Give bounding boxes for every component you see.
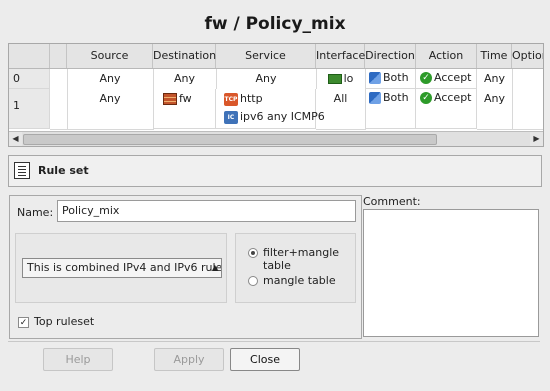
- cell-time[interactable]: Any: [477, 69, 513, 90]
- comment-field[interactable]: [363, 209, 539, 337]
- cell-interface[interactable]: All: [316, 89, 366, 130]
- table-header: Source Destination Service Interface Dir…: [9, 44, 543, 69]
- row-spacer: [50, 89, 68, 130]
- direction-icon: [369, 72, 381, 84]
- divider: [8, 341, 540, 342]
- action-label: Accept: [434, 71, 472, 84]
- row-spacer: [50, 69, 68, 90]
- ruleset-title: Rule set: [38, 164, 89, 177]
- cell-options[interactable]: [512, 69, 543, 90]
- table-row[interactable]: 1 Any fw TCP http IC ipv6 any ICMP6 All Bo…: [9, 89, 543, 130]
- table-row[interactable]: 0 Any Any Any lo Both ✓ Accept Any: [9, 69, 543, 90]
- cell-direction[interactable]: Both: [365, 69, 416, 89]
- row-number: 0: [9, 69, 50, 89]
- cell-service[interactable]: TCP http IC ipv6 any ICMP6: [216, 89, 325, 129]
- header-action[interactable]: Action: [416, 44, 477, 68]
- cell-time[interactable]: Any: [477, 89, 513, 130]
- mangle-label[interactable]: mangle table: [263, 274, 336, 287]
- scrollbar-thumb[interactable]: [23, 134, 437, 145]
- ruleset-header: Rule set: [8, 155, 542, 187]
- interface-label: lo: [343, 72, 354, 85]
- header-spacer: [50, 44, 67, 68]
- horizontal-scrollbar[interactable]: ◀ ▶: [9, 131, 543, 146]
- icmp-service-icon: IC: [224, 110, 238, 124]
- firewall-icon: [163, 93, 177, 105]
- table-type-group: filter+mangle table mangle table: [235, 233, 356, 303]
- header-destination[interactable]: Destination: [153, 44, 216, 68]
- scroll-right-icon[interactable]: ▶: [530, 132, 543, 146]
- name-field[interactable]: Policy_mix: [57, 200, 356, 222]
- cell-destination[interactable]: Any: [153, 69, 217, 90]
- window-title: fw / Policy_mix: [204, 14, 346, 34]
- name-label: Name:: [17, 206, 54, 219]
- cell-action[interactable]: ✓ Accept: [416, 69, 477, 89]
- accept-icon: ✓: [420, 92, 432, 104]
- row-number: 1: [9, 89, 50, 129]
- service-label: ipv6 any ICMP6: [240, 110, 325, 123]
- cell-action[interactable]: ✓ Accept: [416, 89, 477, 129]
- combo-group: This is combined IPv4 and IPv6 rule s ▲▼: [15, 233, 227, 303]
- header-direction[interactable]: Direction: [365, 44, 416, 68]
- rules-table: Source Destination Service Interface Dir…: [8, 43, 544, 147]
- cell-options[interactable]: [512, 89, 543, 130]
- apply-button[interactable]: Apply: [154, 348, 224, 371]
- cell-direction[interactable]: Both: [365, 89, 416, 129]
- updown-arrow-icon: ▲▼: [211, 263, 218, 272]
- ruleset-type-value: This is combined IPv4 and IPv6 rule s: [27, 261, 222, 274]
- header-source[interactable]: Source: [67, 44, 153, 68]
- mangle-radio[interactable]: [248, 276, 258, 286]
- header-time[interactable]: Time: [477, 44, 512, 68]
- service-label: http: [240, 92, 263, 105]
- header-interface[interactable]: Interface: [316, 44, 365, 68]
- top-ruleset-checkbox[interactable]: ✓: [18, 317, 29, 328]
- cell-destination[interactable]: fw: [153, 89, 216, 129]
- cell-source[interactable]: Any: [67, 89, 154, 130]
- ruleset-settings: Name: Policy_mix This is combined IPv4 a…: [9, 195, 362, 339]
- cell-source[interactable]: Any: [67, 69, 154, 90]
- ruleset-icon: [14, 162, 30, 179]
- destination-label: fw: [179, 92, 192, 105]
- direction-icon: [369, 92, 381, 104]
- comment-label: Comment:: [363, 195, 421, 208]
- cell-interface[interactable]: lo: [316, 69, 366, 90]
- ruleset-type-select[interactable]: This is combined IPv4 and IPv6 rule s ▲▼: [22, 258, 222, 278]
- close-button[interactable]: Close: [230, 348, 300, 371]
- direction-label: Both: [383, 91, 409, 104]
- top-ruleset-label[interactable]: Top ruleset: [34, 315, 94, 328]
- tcp-service-icon: TCP: [224, 92, 238, 106]
- cell-service[interactable]: Any: [216, 69, 317, 90]
- help-button[interactable]: Help: [43, 348, 113, 371]
- header-service[interactable]: Service: [216, 44, 316, 68]
- action-label: Accept: [434, 91, 472, 104]
- filter-mangle-radio[interactable]: [248, 248, 258, 258]
- accept-icon: ✓: [420, 72, 432, 84]
- filter-mangle-label[interactable]: filter+mangle table: [263, 246, 355, 272]
- scroll-left-icon[interactable]: ◀: [9, 132, 22, 146]
- network-interface-icon: [327, 74, 342, 84]
- header-options[interactable]: Options: [512, 44, 543, 68]
- header-rownum: [9, 44, 50, 68]
- direction-label: Both: [383, 71, 409, 84]
